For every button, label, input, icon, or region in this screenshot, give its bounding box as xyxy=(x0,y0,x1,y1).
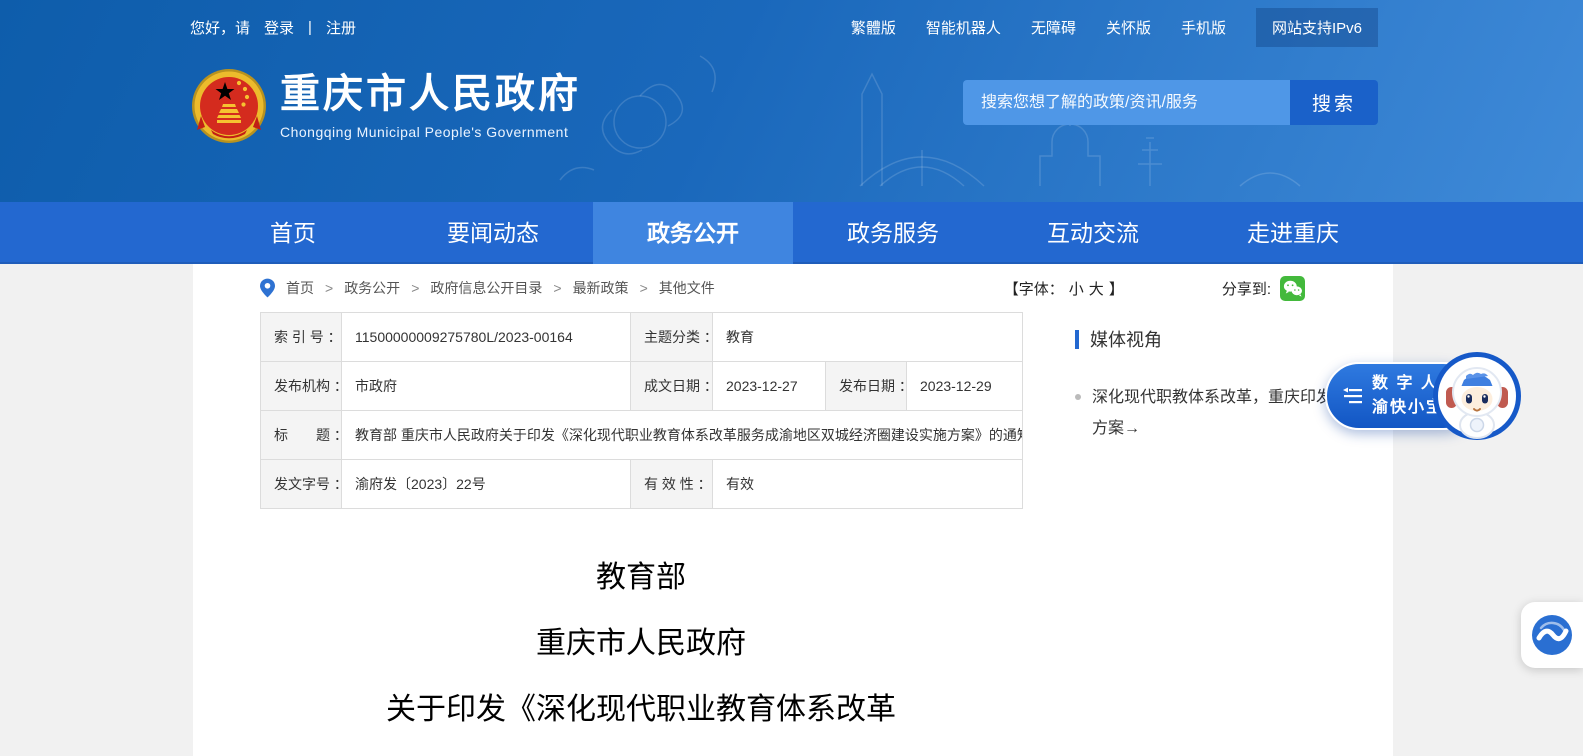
site-search: 搜索 xyxy=(963,80,1378,125)
search-input[interactable] xyxy=(963,80,1290,125)
document-title-line: 关于印发《深化现代职业教育体系改革 xyxy=(260,677,1022,743)
table-row: 标 题 ： 教育部 重庆市人民政府关于印发《深化现代职业教育体系改革服务成渝地区… xyxy=(261,411,1023,460)
login-link[interactable]: 登录 xyxy=(264,17,294,38)
crumb-separator: > xyxy=(553,280,561,296)
meta-title-label: 标 题 ： xyxy=(261,411,342,460)
topbar-link-traditional[interactable]: 繁體版 xyxy=(851,17,896,38)
wechat-share-icon[interactable] xyxy=(1280,276,1305,301)
crumb-latest-policies[interactable]: 最新政策 xyxy=(573,278,629,298)
meta-title-value: 教育部 重庆市人民政府关于印发《深化现代职业教育体系改革服务成渝地区双城经济圈建… xyxy=(342,411,1023,460)
table-row: 索 引 号 ： 11500000009275780L/2023-00164 主题… xyxy=(261,313,1023,362)
bullet-icon xyxy=(1075,394,1081,400)
font-size-controls: 【字体： 小 大 】 xyxy=(1004,278,1124,299)
location-pin-icon xyxy=(260,278,275,298)
meta-written-date-label: 成文日期 ： xyxy=(631,362,713,411)
robot-mascot-avatar xyxy=(1433,352,1521,440)
share-controls: 分享到: xyxy=(1222,276,1305,301)
font-label-prefix: 【字体： xyxy=(1004,278,1064,299)
nav-item-services[interactable]: 政务服务 xyxy=(793,202,993,264)
search-button[interactable]: 搜索 xyxy=(1290,80,1378,125)
meta-validity-value: 有效 xyxy=(713,460,1023,509)
site-header: 您好，请 登录 | 注册 繁體版 智能机器人 无障碍 关怀版 手机版 网站支持I… xyxy=(0,0,1583,202)
meta-index-label: 索 引 号 ： xyxy=(261,313,342,362)
document-title-line: 重庆市人民政府 xyxy=(260,611,1022,677)
meta-category-label: 主题分类 ： xyxy=(631,313,713,362)
nav-item-about-chongqing[interactable]: 走进重庆 xyxy=(1193,202,1393,264)
nav-item-gov-info[interactable]: 政务公开 xyxy=(593,202,793,264)
meta-validity-label: 有 效 性 ： xyxy=(631,460,713,509)
nav-item-home[interactable]: 首页 xyxy=(193,202,393,264)
crumb-separator: > xyxy=(325,280,333,296)
topbar-link-ipv6[interactable]: 网站支持IPv6 xyxy=(1256,8,1378,47)
meta-doc-no-label: 发文字号 ： xyxy=(261,460,342,509)
digital-assistant-widget[interactable]: 数 字 人 渝快小宝 xyxy=(1325,352,1521,440)
table-row: 发文字号 ： 渝府发〔2023〕22号 有 效 性 ： 有效 xyxy=(261,460,1023,509)
meta-index-value: 11500000009275780L/2023-00164 xyxy=(342,313,631,362)
document-meta-table: 索 引 号 ： 11500000009275780L/2023-00164 主题… xyxy=(260,312,1023,509)
sidebar-title-row: 媒体视角 xyxy=(1075,326,1375,352)
crumb-home[interactable]: 首页 xyxy=(286,278,314,298)
sidebar-item-text: 深化现代职教体系改革，重庆印发方案→ xyxy=(1092,382,1345,444)
site-title: 重庆市人民政府 xyxy=(280,72,581,116)
share-label: 分享到: xyxy=(1222,278,1271,299)
crumb-catalog[interactable]: 政府信息公开目录 xyxy=(430,278,542,298)
national-emblem-logo xyxy=(191,68,267,144)
topbar-link-robot[interactable]: 智能机器人 xyxy=(926,17,1001,38)
nav-item-news[interactable]: 要闻动态 xyxy=(393,202,593,264)
list-item[interactable]: 深化现代职教体系改革，重庆印发方案→ xyxy=(1075,382,1345,444)
font-smaller-button[interactable]: 小 xyxy=(1069,278,1084,299)
crumb-gov-info[interactable]: 政务公开 xyxy=(344,278,400,298)
meta-doc-no-value: 渝府发〔2023〕22号 xyxy=(342,460,631,509)
meta-agency-value: 市政府 xyxy=(342,362,631,411)
meta-agency-label: 发布机构 ： xyxy=(261,362,342,411)
meta-publish-date-value: 2023-12-29 xyxy=(907,362,1023,411)
document-title-line: 教育部 xyxy=(260,545,1022,611)
content-area: 首页 > 政务公开 > 政府信息公开目录 > 最新政策 > 其他文件 【字体： … xyxy=(193,264,1393,756)
crumb-separator: > xyxy=(640,280,648,296)
topbar-link-mobile[interactable]: 手机版 xyxy=(1181,17,1226,38)
meta-written-date-value: 2023-12-27 xyxy=(713,362,826,411)
greeting-text: 您好，请 xyxy=(190,17,250,38)
table-row: 发布机构 ： 市政府 成文日期 ： 2023-12-27 发布日期 ： 2023… xyxy=(261,362,1023,411)
sidebar-accent-bar xyxy=(1075,330,1079,349)
page-tools: 【字体： 小 大 】 分享到: xyxy=(1004,276,1305,301)
meta-category-value: 教育 xyxy=(713,313,1023,362)
nav-item-interaction[interactable]: 互动交流 xyxy=(993,202,1193,264)
main-nav: 首页 要闻动态 政务公开 政务服务 互动交流 走进重庆 xyxy=(0,202,1583,264)
assistant-menu-icon xyxy=(1343,387,1363,405)
topbar-link-accessibility[interactable]: 无障碍 xyxy=(1031,17,1076,38)
document-title-block: 教育部 重庆市人民政府 关于印发《深化现代职业教育体系改革 xyxy=(260,545,1022,743)
topbar: 您好，请 登录 | 注册 繁體版 智能机器人 无障碍 关怀版 手机版 网站支持I… xyxy=(0,0,1583,54)
register-link[interactable]: 注册 xyxy=(326,17,356,38)
sidebar-title: 媒体视角 xyxy=(1090,326,1162,352)
crumb-separator: > xyxy=(411,280,419,296)
font-label-suffix: 】 xyxy=(1109,278,1124,299)
crumb-other-documents: 其他文件 xyxy=(659,278,715,298)
meta-publish-date-label: 发布日期 ： xyxy=(826,362,907,411)
topbar-link-care[interactable]: 关怀版 xyxy=(1106,17,1151,38)
site-subtitle: Chongqing Municipal People's Government xyxy=(280,124,581,140)
service-swirl-icon xyxy=(1531,614,1573,656)
floating-service-button[interactable] xyxy=(1521,602,1583,668)
breadcrumb: 首页 > 政务公开 > 政府信息公开目录 > 最新政策 > 其他文件 xyxy=(260,278,715,298)
font-larger-button[interactable]: 大 xyxy=(1089,278,1104,299)
breadcrumb-row: 首页 > 政务公开 > 政府信息公开目录 > 最新政策 > 其他文件 【字体： … xyxy=(193,264,1393,312)
topbar-divider: | xyxy=(308,19,312,36)
